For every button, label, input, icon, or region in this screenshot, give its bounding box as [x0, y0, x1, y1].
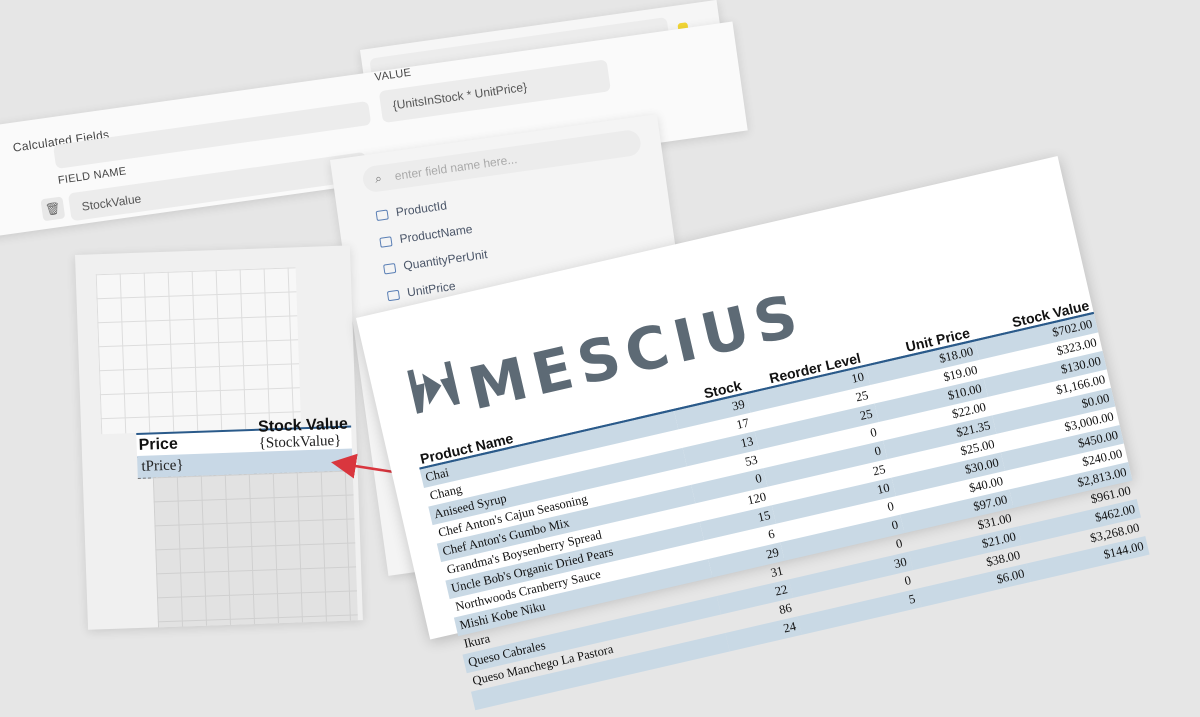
- mescius-logo-icon: [407, 360, 460, 414]
